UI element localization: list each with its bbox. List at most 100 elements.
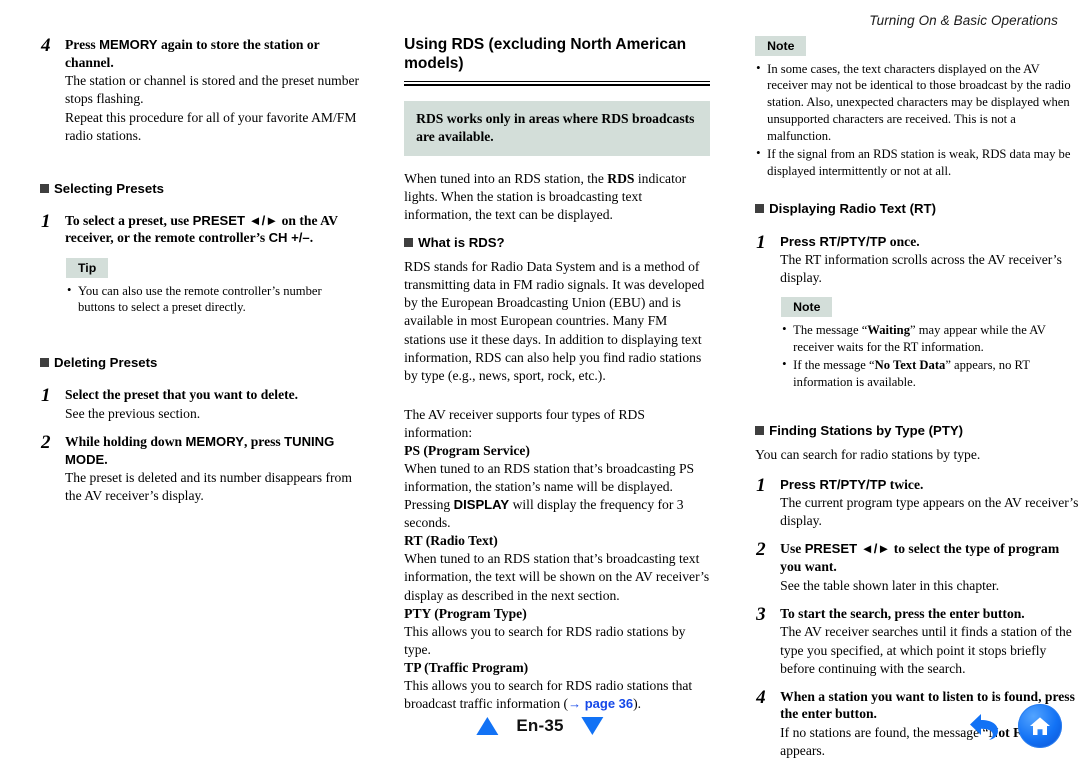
page-number-label: En-35 xyxy=(516,716,564,735)
step-description-2: Repeat this procedure for all of your fa… xyxy=(65,109,357,143)
step-number: 2 xyxy=(41,432,51,453)
key-memory: MEMORY xyxy=(99,37,158,52)
rds-type-name: PS (Program Service) xyxy=(404,442,530,458)
section-divider xyxy=(404,80,711,87)
rds-type-desc: When tuned to an RDS station that’s broa… xyxy=(404,551,710,603)
heading-label: Finding Stations by Type (PTY) xyxy=(769,423,964,439)
left-column: 4 Press MEMORY again to store the statio… xyxy=(40,35,360,708)
square-bullet-icon xyxy=(40,183,49,193)
tip-block: Tip You can also use the remote controll… xyxy=(66,258,360,316)
step-title: Select the preset that you want to delet… xyxy=(65,387,299,403)
step-number: 4 xyxy=(41,35,51,56)
step-content: To select a preset, use PRESET ◄/► on th… xyxy=(65,212,360,248)
nav-icons xyxy=(966,704,1062,748)
step-content: Use PRESET ◄/► to select the type of pro… xyxy=(780,540,1080,594)
square-bullet-icon xyxy=(40,358,49,368)
pager: En-35 xyxy=(476,716,604,736)
step-number: 2 xyxy=(756,539,766,561)
step-item: 1 To select a preset, use PRESET ◄/► on … xyxy=(40,210,360,248)
list-item: If the message “No Text Data” appears, n… xyxy=(781,356,1080,391)
heading-label: Displaying Radio Text (RT) xyxy=(769,200,936,216)
rds-intro-paragraph: When tuned into an RDS station, the RDS … xyxy=(404,170,687,223)
step-description: The preset is deleted and its number dis… xyxy=(65,470,352,504)
step-title: To start the search, press the enter but… xyxy=(780,605,1025,621)
tip-list: You can also use the remote controller’s… xyxy=(66,282,360,317)
note-part: The message “ xyxy=(793,322,868,337)
pty-intro: You can search for radio stations by typ… xyxy=(755,447,981,463)
heading-label: What is RDS? xyxy=(418,235,505,251)
step-number: 1 xyxy=(756,231,766,253)
step-number: 1 xyxy=(756,474,766,496)
step-content: Press RT/PTY/TP once. The RT information… xyxy=(780,233,1080,288)
square-bullet-icon xyxy=(755,203,765,213)
step-title: Press RT/PTY/TP twice. xyxy=(780,476,924,492)
back-arrow-icon[interactable] xyxy=(966,706,1006,746)
page-footer: En-35 xyxy=(0,704,1080,750)
list-item: If the signal from an RDS station is wea… xyxy=(755,145,1080,180)
step-content: Press MEMORY again to store the station … xyxy=(65,36,360,145)
step-item: 4 Press MEMORY again to store the statio… xyxy=(40,35,360,145)
heading-finding-stations-by-type: Finding Stations by Type (PTY) xyxy=(755,423,1080,438)
message-no-text-data: No Text Data xyxy=(874,357,946,372)
step-item: 2 While holding down MEMORY, press TUNIN… xyxy=(40,432,360,506)
step-content: To start the search, press the enter but… xyxy=(780,605,1080,678)
home-icon[interactable] xyxy=(1018,704,1062,748)
heading-what-is-rds: What is RDS? xyxy=(404,235,710,250)
step-item: 2 Use PRESET ◄/► to select the type of p… xyxy=(755,540,1080,594)
list-item: In some cases, the text characters displ… xyxy=(755,60,1080,145)
triangle-down-icon[interactable] xyxy=(581,717,604,735)
step-item: 3 To start the search, press the enter b… xyxy=(755,603,1080,678)
step-item: 1 Press RT/PTY/TP twice. The current pro… xyxy=(755,474,1080,531)
step-description: The RT information scrolls across the AV… xyxy=(780,252,1062,286)
step-description-1: The station or channel is stored and the… xyxy=(65,73,360,107)
note-part: If the message “ xyxy=(793,357,875,372)
step-item: 1 Select the preset that you want to del… xyxy=(40,386,360,423)
rds-type-name: PTY (Program Type) xyxy=(404,605,527,621)
step-title: While holding down MEMORY, press TUNING … xyxy=(65,434,335,467)
step-title: Press MEMORY again to store the station … xyxy=(65,37,320,70)
rds-type-name: TP (Traffic Program) xyxy=(404,659,529,675)
key-rds: RDS xyxy=(607,170,635,186)
page-content: 4 Press MEMORY again to store the statio… xyxy=(0,35,1080,758)
rds-availability-callout: RDS works only in areas where RDS broadc… xyxy=(404,100,711,156)
step-content: While holding down MEMORY, press TUNING … xyxy=(65,433,360,506)
key-preset: PRESET ◄/► xyxy=(192,212,279,228)
note-list: The message “Waiting” may appear while t… xyxy=(781,321,1080,391)
step-item: 1 Press RT/PTY/TP once. The RT informati… xyxy=(755,231,1080,288)
section-title: Using RDS (excluding North American mode… xyxy=(404,36,687,72)
running-header: Turning On & Basic Operations xyxy=(869,13,1058,28)
step-content: Select the preset that you want to delet… xyxy=(65,386,360,423)
list-item: You can also use the remote controller’s… xyxy=(66,282,360,317)
step-number: 1 xyxy=(41,385,51,407)
heading-label: Selecting Presets xyxy=(54,180,164,196)
rds-type-desc: When tuned to an RDS station that’s broa… xyxy=(404,460,710,532)
heading-selecting-presets: Selecting Presets xyxy=(40,181,360,196)
middle-column: Using RDS (excluding North American mode… xyxy=(404,36,711,711)
step-description: The current program type appears on the … xyxy=(780,495,1079,529)
message-waiting: Waiting xyxy=(867,322,910,337)
step-number: 1 xyxy=(41,210,51,232)
note-badge: Note xyxy=(755,36,807,56)
heading-label: Deleting Presets xyxy=(54,355,158,371)
rds-type-name: RT (Radio Text) xyxy=(404,533,498,549)
step-title: Press RT/PTY/TP once. xyxy=(780,233,920,249)
what-is-rds-body: RDS stands for Radio Data System and is … xyxy=(404,259,705,383)
heading-displaying-radio-text: Displaying Radio Text (RT) xyxy=(755,201,1080,216)
key-rt-pty-tp: Press RT/PTY/TP xyxy=(780,476,887,492)
note-block-top: Note In some cases, the text characters … xyxy=(755,36,1080,180)
step-number: 3 xyxy=(756,603,766,625)
step-title: To select a preset, use PRESET ◄/► on th… xyxy=(65,212,338,246)
step-description: The AV receiver searches until it finds … xyxy=(780,624,1072,676)
note-list: In some cases, the text characters displ… xyxy=(755,60,1080,180)
key-memory: MEMORY xyxy=(185,434,244,449)
square-bullet-icon xyxy=(404,238,414,248)
key-rt-pty-tp: Press RT/PTY/TP xyxy=(780,233,887,249)
note-block-rt: Note The message “Waiting” may appear wh… xyxy=(781,297,1080,390)
rds-type-desc: This allows you to search for RDS radio … xyxy=(404,623,686,657)
step-description: See the table shown later in this chapte… xyxy=(780,577,1000,593)
tip-badge: Tip xyxy=(66,258,109,278)
key-ch: CH +/– xyxy=(268,230,310,246)
right-column: Note In some cases, the text characters … xyxy=(755,36,1080,758)
triangle-up-icon[interactable] xyxy=(476,717,499,735)
step-content: Press RT/PTY/TP twice. The current progr… xyxy=(780,476,1080,531)
